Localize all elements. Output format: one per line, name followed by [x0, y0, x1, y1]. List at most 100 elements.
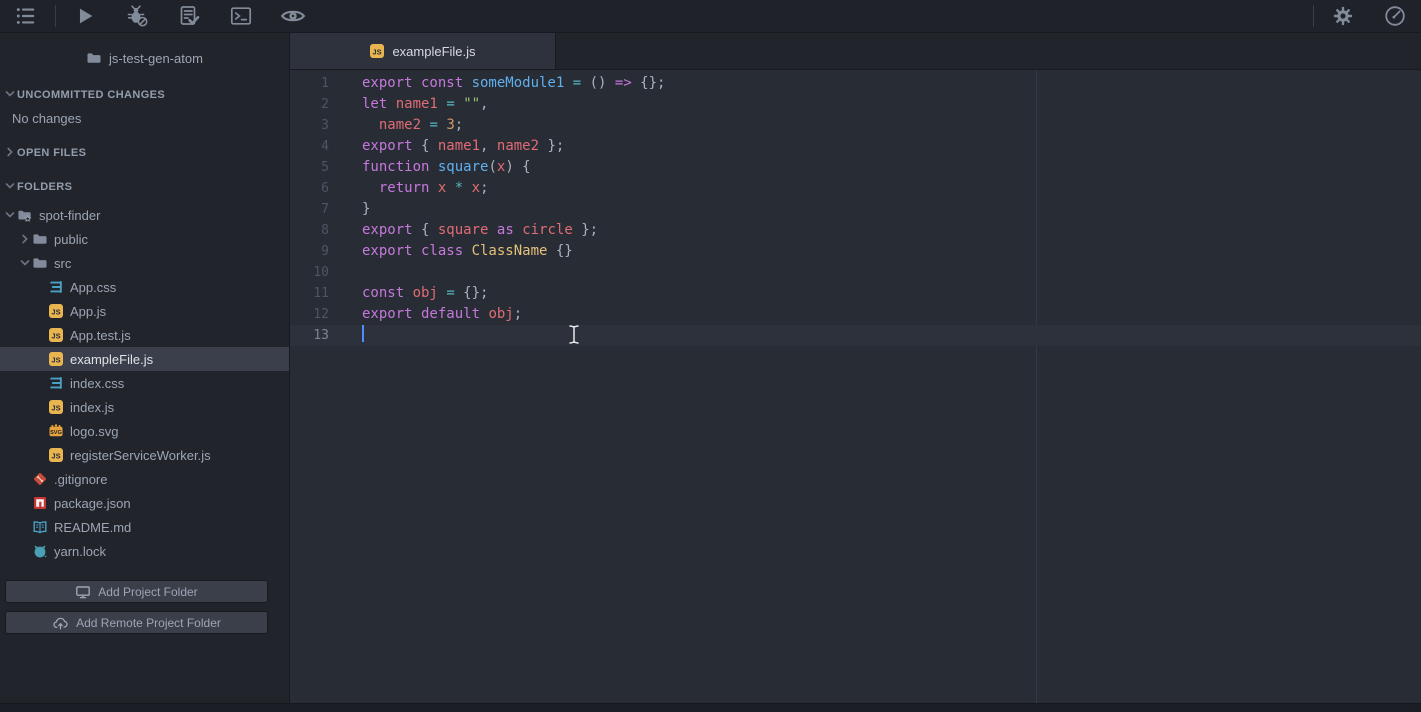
- tree-item-logo-svg[interactable]: SVG logo.svg: [0, 419, 289, 443]
- code-line-3[interactable]: 3 name2 = 3;: [290, 115, 1421, 136]
- chevron-right-icon[interactable]: [2, 145, 17, 159]
- tree-item-registerserviceworker-js[interactable]: JSregisterServiceWorker.js: [0, 443, 289, 467]
- code-token: export: [362, 222, 413, 238]
- line-number[interactable]: 13: [290, 325, 346, 346]
- folder-icon: [32, 255, 48, 271]
- code-token: ,: [480, 96, 488, 112]
- chevron-down-icon[interactable]: [2, 179, 17, 193]
- tree-item-app-js[interactable]: JSApp.js: [0, 299, 289, 323]
- tree-item-yarn-lock[interactable]: yarn.lock: [0, 539, 289, 563]
- code-line-2[interactable]: 2let name1 = "",: [290, 94, 1421, 115]
- chevron-down-icon[interactable]: [2, 87, 17, 101]
- folder-icon: [32, 231, 48, 247]
- line-number[interactable]: 10: [290, 262, 346, 283]
- chevron-down-icon[interactable]: [17, 256, 32, 270]
- code-line-11[interactable]: 11const obj = {};: [290, 283, 1421, 304]
- file-check-icon[interactable]: [176, 3, 202, 29]
- add-project-folder-button[interactable]: Add Project Folder: [5, 580, 268, 603]
- tree-item-readme-md[interactable]: README.md: [0, 515, 289, 539]
- code-token: ClassName: [472, 243, 548, 259]
- line-number[interactable]: 3: [290, 115, 346, 136]
- project-root-header[interactable]: js-test-gen-atom: [0, 48, 289, 68]
- svg-text:JS: JS: [51, 331, 60, 340]
- tree-item-app-css[interactable]: App.css: [0, 275, 289, 299]
- code-text: export class ClassName {}: [362, 241, 573, 262]
- add-remote-project-folder-button[interactable]: Add Remote Project Folder: [5, 611, 268, 634]
- code-line-13[interactable]: 13: [290, 325, 1421, 346]
- tab-examplefile-js[interactable]: JS exampleFile.js: [290, 33, 556, 69]
- chevron-down-icon[interactable]: [2, 208, 17, 222]
- line-number[interactable]: 1: [290, 73, 346, 94]
- gear-icon[interactable]: [1330, 3, 1356, 29]
- code-text: export { name1, name2 };: [362, 136, 564, 157]
- code-line-7[interactable]: 7}: [290, 199, 1421, 220]
- code-token: }: [362, 201, 370, 217]
- tree-item-package-json[interactable]: package.json: [0, 491, 289, 515]
- note-no-changes: No changes: [0, 106, 289, 130]
- section-label: UNCOMMITTED CHANGES: [17, 88, 165, 101]
- svg-text:SVG: SVG: [50, 430, 62, 436]
- tree-item-index-css[interactable]: index.css: [0, 371, 289, 395]
- chevron-spacer: [17, 472, 32, 486]
- code-line-8[interactable]: 8 export { square as circle };: [290, 220, 1421, 241]
- line-number[interactable]: 2: [290, 94, 346, 115]
- repo-folder-icon: [17, 207, 33, 223]
- eye-icon[interactable]: [280, 3, 306, 29]
- code-line-6[interactable]: 6 return x * x;: [290, 178, 1421, 199]
- code-line-5[interactable]: 5function square(x) {: [290, 157, 1421, 178]
- code-token: obj: [488, 306, 513, 322]
- code-line-4[interactable]: 4 export { name1, name2 };: [290, 136, 1421, 157]
- line-number[interactable]: 11: [290, 283, 346, 304]
- gauge-icon[interactable]: [1382, 3, 1408, 29]
- chevron-right-icon[interactable]: [17, 232, 32, 246]
- item-label: public: [54, 232, 88, 247]
- code-token: [362, 180, 379, 196]
- tree-item-src[interactable]: src: [0, 251, 289, 275]
- code-token: =: [573, 75, 581, 91]
- chevron-spacer: [17, 544, 32, 558]
- tree-item-spot-finder[interactable]: spot-finder: [0, 203, 289, 227]
- tree-item-public[interactable]: public: [0, 227, 289, 251]
- code-token: =: [446, 96, 454, 112]
- tree-item-gitignore[interactable]: .gitignore: [0, 467, 289, 491]
- section-uncommitted-changes[interactable]: UNCOMMITTED CHANGES: [0, 82, 289, 106]
- line-number[interactable]: 5: [290, 157, 346, 178]
- css-icon: [48, 279, 64, 295]
- code-text: export const someModule1 = () => {};: [362, 73, 665, 94]
- code-line-12[interactable]: 12export default obj;: [290, 304, 1421, 325]
- line-number[interactable]: 9: [290, 241, 346, 262]
- code-line-10[interactable]: 10: [290, 262, 1421, 283]
- tree-item-examplefile-js[interactable]: JSexampleFile.js: [0, 347, 289, 371]
- toolbar-right: [1310, 0, 1421, 32]
- tree-item-index-js[interactable]: JSindex.js: [0, 395, 289, 419]
- line-number[interactable]: 12: [290, 304, 346, 325]
- code-token: {}: [547, 243, 572, 259]
- tree-spacer: [0, 130, 289, 140]
- code-text: export { square as circle };: [362, 220, 598, 241]
- code-token: };: [539, 138, 564, 154]
- section-folders[interactable]: FOLDERS: [0, 174, 289, 198]
- item-label: logo.svg: [70, 424, 118, 439]
- tree-item-app-test-js[interactable]: JSApp.test.js: [0, 323, 289, 347]
- item-label: spot-finder: [39, 208, 100, 223]
- cloud-icon: [52, 615, 69, 631]
- line-number[interactable]: 8: [290, 220, 346, 241]
- line-number[interactable]: 7: [290, 199, 346, 220]
- section-open-files[interactable]: OPEN FILES: [0, 140, 289, 164]
- line-number[interactable]: 4: [290, 136, 346, 157]
- svg-text:JS: JS: [51, 307, 60, 316]
- terminal-icon[interactable]: [228, 3, 254, 29]
- play-icon[interactable]: [72, 3, 98, 29]
- item-label: No changes: [12, 111, 81, 126]
- sidebar-buttons: Add Project Folder Add Remote Project Fol…: [0, 580, 289, 634]
- code-line-1[interactable]: 1 export const someModule1 = () => {};: [290, 73, 1421, 94]
- list-menu-icon[interactable]: [13, 3, 39, 29]
- book-icon: [32, 519, 48, 535]
- js-icon: JS: [48, 351, 64, 367]
- status-bar: [0, 703, 1421, 712]
- line-number[interactable]: 6: [290, 178, 346, 199]
- code-line-9[interactable]: 9 export class ClassName {}: [290, 241, 1421, 262]
- bug-disabled-icon[interactable]: [124, 3, 150, 29]
- code-token: name2: [497, 138, 539, 154]
- text-editor[interactable]: 1 export const someModule1 = () => {};2le…: [290, 70, 1421, 703]
